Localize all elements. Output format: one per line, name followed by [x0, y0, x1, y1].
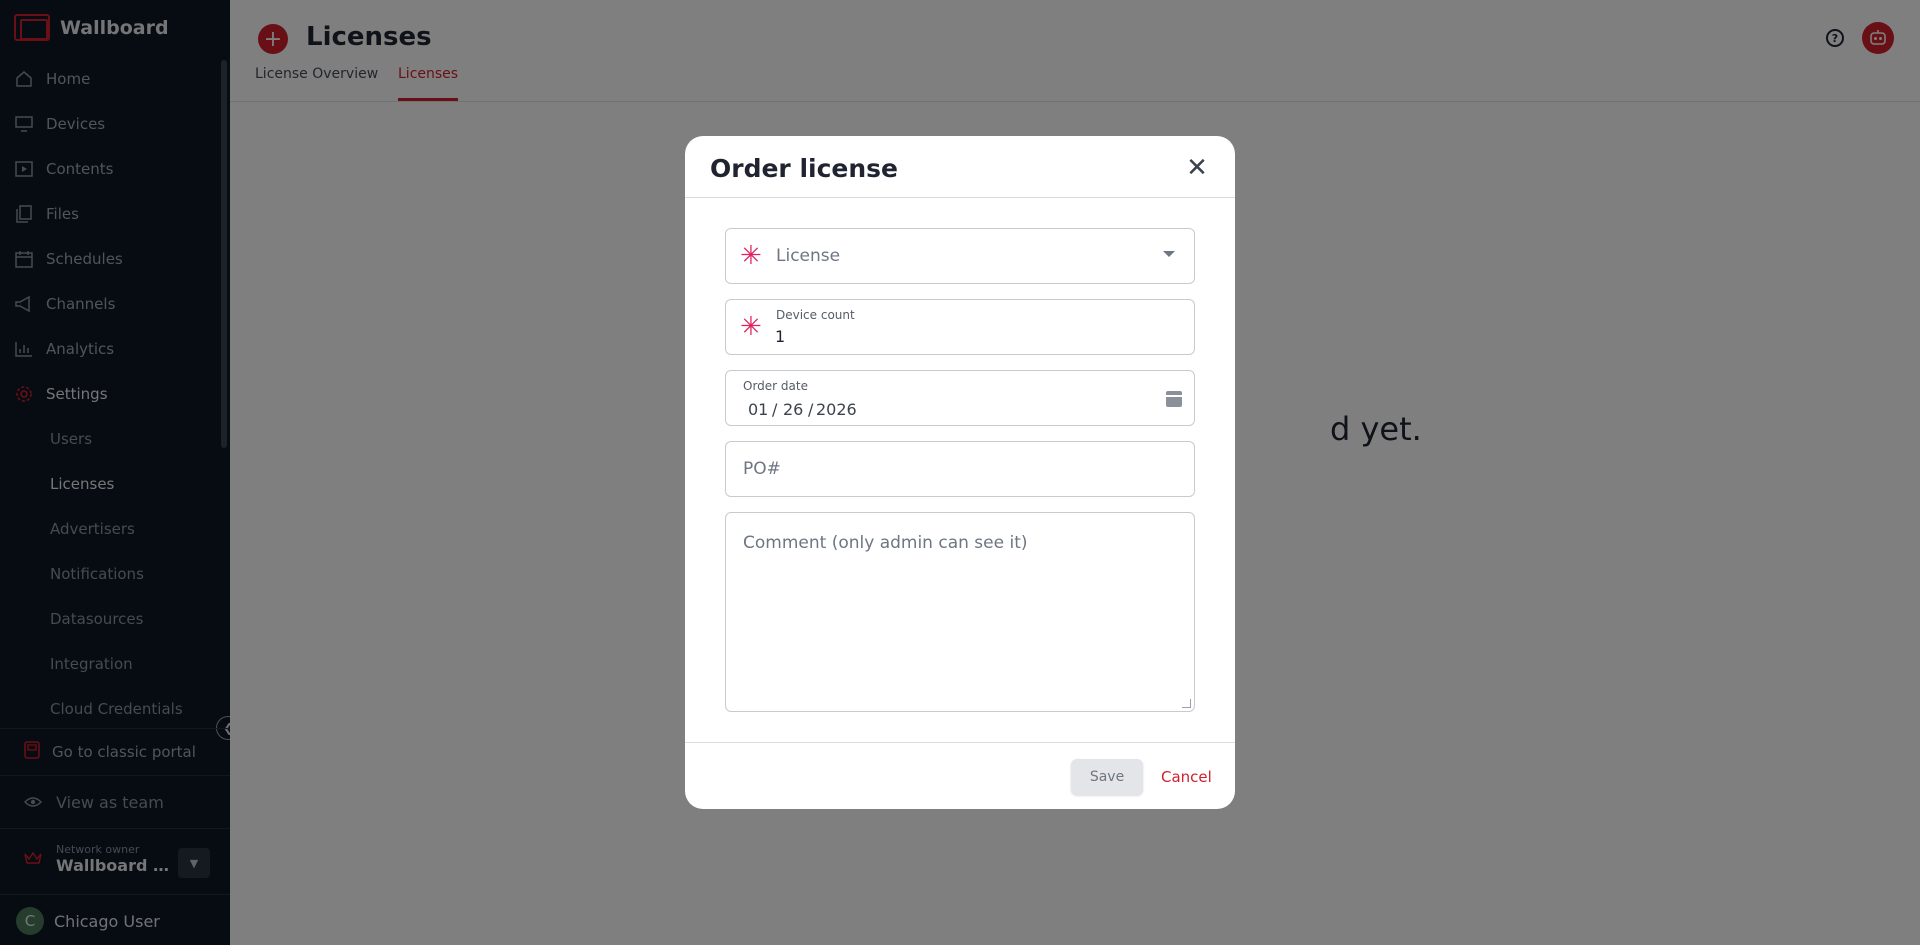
dialog-divider [685, 197, 1235, 198]
po-number-placeholder: PO# [743, 459, 781, 479]
dialog-footer-divider [685, 742, 1235, 743]
dialog-title: Order license [710, 154, 899, 183]
license-placeholder: License [776, 246, 841, 266]
comment-placeholder: Comment (only admin can see it) [743, 533, 1028, 553]
order-date-field[interactable]: Order date 01 / 26 / 2026 [725, 370, 1195, 426]
order-date-day[interactable]: 26 [783, 400, 803, 419]
calendar-icon[interactable] [1166, 391, 1182, 407]
chevron-down-icon [1163, 251, 1175, 257]
order-date-label: Order date [743, 379, 808, 393]
required-icon: ✳ [740, 241, 762, 271]
device-count-field[interactable]: ✳ Device count 1 [725, 299, 1195, 355]
date-separator: / [772, 400, 778, 419]
license-select[interactable]: ✳ License [725, 228, 1195, 284]
cancel-button[interactable]: Cancel [1161, 759, 1212, 795]
device-count-label: Device count [776, 308, 855, 322]
required-icon: ✳ [740, 312, 762, 342]
comment-textarea[interactable]: Comment (only admin can see it) [725, 512, 1195, 712]
device-count-value: 1 [775, 327, 786, 346]
close-icon[interactable]: ✕ [1183, 153, 1211, 183]
po-number-field[interactable]: PO# [725, 441, 1195, 497]
order-date-month[interactable]: 01 [748, 400, 768, 419]
resize-handle-icon[interactable] [1182, 699, 1191, 708]
date-separator: / [808, 400, 814, 419]
order-date-year[interactable]: 2026 [816, 400, 857, 419]
order-license-dialog: Order license ✕ ✳ License ✳ Device count… [685, 136, 1235, 809]
save-button[interactable]: Save [1071, 759, 1143, 795]
